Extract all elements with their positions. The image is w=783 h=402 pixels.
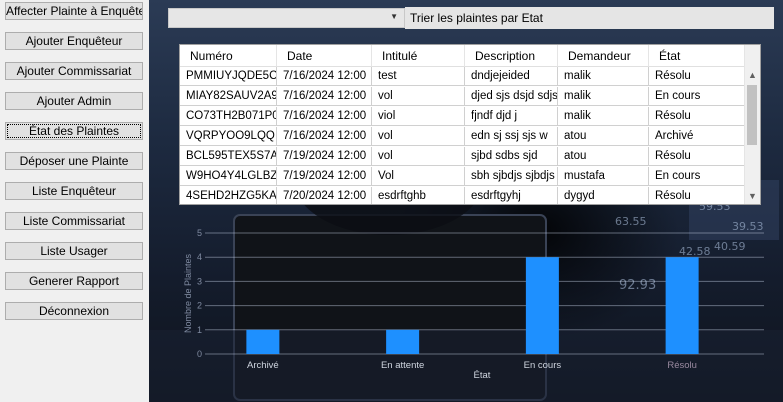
bar-3 xyxy=(665,257,699,354)
deconnexion-button[interactable]: Déconnexion xyxy=(5,302,143,320)
main-panel: 63.55 59.53 40.59 92.93 39.53 42.58 ▼ Tr… xyxy=(149,0,783,402)
ajouter-enqueteur-button[interactable]: Ajouter Enquêteur xyxy=(5,32,143,50)
table-cell-etat[interactable]: En cours xyxy=(649,167,745,186)
table-cell-etat[interactable]: Archivé xyxy=(649,127,745,146)
table-cell-date[interactable]: 7/19/2024 12:00 xyxy=(277,147,372,166)
generer-rapport-button[interactable]: Generer Rapport xyxy=(5,272,143,290)
column-header-demandeur[interactable]: Demandeur xyxy=(558,45,649,67)
table-cell-date[interactable]: 7/16/2024 12:00 xyxy=(277,87,372,106)
affecter-plainte-button[interactable]: Affecter Plainte à Enquête xyxy=(5,2,143,20)
table-cell-demandeur[interactable]: atou xyxy=(558,147,649,166)
table-cell-numero[interactable]: PMMIUYJQDE5C xyxy=(180,67,277,86)
scroll-thumb[interactable] xyxy=(747,85,757,145)
column-header-intitule[interactable]: Intitulé xyxy=(372,45,465,67)
table-cell-demandeur[interactable]: malik xyxy=(558,107,649,126)
table-cell-intitule[interactable]: vol xyxy=(372,87,465,106)
table-cell-date[interactable]: 7/16/2024 12:00 xyxy=(277,67,372,86)
table-cell-etat[interactable]: Résolu xyxy=(649,107,745,126)
vertical-scrollbar[interactable]: ▲ ▼ xyxy=(744,45,760,204)
x-category-label: En cours xyxy=(524,360,562,371)
table-cell-demandeur[interactable]: malik xyxy=(558,67,649,86)
table-cell-demandeur[interactable]: malik xyxy=(558,87,649,106)
table-cell-etat[interactable]: Résolu xyxy=(649,147,745,166)
bar-1 xyxy=(386,329,420,354)
etat-chart: 0 1 2 3 4 5 Archivé En attente En cours Résolu Éta… xyxy=(179,213,769,388)
plaintes-table[interactable]: Numéro Date Intitulé Description Demandeur Ét… xyxy=(179,44,761,205)
table-cell-intitule[interactable]: Vol xyxy=(372,167,465,186)
sidebar: Affecter Plainte à Enquête Ajouter Enquê… xyxy=(0,0,149,402)
table-cell-numero[interactable]: MIAY82SAUV2A9 xyxy=(180,87,277,106)
table-cell-description[interactable]: esdrftgyhj xyxy=(465,187,558,204)
table-cell-demandeur[interactable]: atou xyxy=(558,127,649,146)
y-tick-label: 1 xyxy=(197,325,202,335)
sort-label: Trier les plaintes par Etat xyxy=(405,7,774,29)
chevron-down-icon[interactable]: ▼ xyxy=(390,12,398,21)
liste-enqueteur-button[interactable]: Liste Enquêteur xyxy=(5,182,143,200)
y-tick-label: 2 xyxy=(197,301,202,311)
x-category-label: Résolu xyxy=(667,360,697,371)
table-cell-description[interactable]: edn sj ssj sjs w xyxy=(465,127,558,146)
ajouter-admin-button[interactable]: Ajouter Admin xyxy=(5,92,143,110)
chart-svg: 0 1 2 3 4 5 Archivé En attente En cours Résolu Éta… xyxy=(183,228,764,381)
deposer-plainte-button[interactable]: Déposer une Plainte xyxy=(5,152,143,170)
table-cell-intitule[interactable]: test xyxy=(372,67,465,86)
y-tick-label: 5 xyxy=(197,228,202,238)
table-cell-demandeur[interactable]: mustafa xyxy=(558,167,649,186)
y-axis-title: Nombre de Plaintes xyxy=(183,253,193,333)
table-cell-intitule[interactable]: esdrftghb xyxy=(372,187,465,204)
x-axis-title: État xyxy=(474,370,491,381)
bar-0 xyxy=(246,329,280,354)
column-header-date[interactable]: Date xyxy=(277,45,372,67)
table-cell-intitule[interactable]: vol xyxy=(372,147,465,166)
table-row[interactable]: CO73TH2B071P0 7/16/2024 12:00 viol fjndf dj… xyxy=(180,107,745,127)
x-category-label: En attente xyxy=(381,360,424,371)
y-tick-label: 3 xyxy=(197,276,202,286)
table-cell-numero[interactable]: VQRPYOO9LQQ xyxy=(180,127,277,146)
table-row[interactable]: VQRPYOO9LQQ 7/16/2024 12:00 vol edn sj ssj … xyxy=(180,127,745,147)
etat-des-plaintes-button[interactable]: État des Plaintes xyxy=(5,122,143,140)
table-cell-date[interactable]: 7/20/2024 12:00 xyxy=(277,187,372,204)
table-cell-description[interactable]: sbh sjbdjs sjbdjs xyxy=(465,167,558,186)
table-row[interactable]: BCL595TEX5S7A 7/19/2024 12:00 vol sjbd sdbs… xyxy=(180,147,745,167)
table-cell-intitule[interactable]: vol xyxy=(372,127,465,146)
table-cell-numero[interactable]: CO73TH2B071P0 xyxy=(180,107,277,126)
table-cell-description[interactable]: djed sjs dsjd sdjs xyxy=(465,87,558,106)
table-cell-numero[interactable]: W9HO4Y4LGLBZ xyxy=(180,167,277,186)
table-cell-description[interactable]: dndjejeided xyxy=(465,67,558,86)
ajouter-commissariat-button[interactable]: Ajouter Commissariat xyxy=(5,62,143,80)
table-row[interactable]: PMMIUYJQDE5C 7/16/2024 12:00 test dndjejeid… xyxy=(180,67,745,87)
liste-commissariat-button[interactable]: Liste Commissariat xyxy=(5,212,143,230)
table-cell-intitule[interactable]: viol xyxy=(372,107,465,126)
table-cell-description[interactable]: fjndf djd j xyxy=(465,107,558,126)
column-header-numero[interactable]: Numéro xyxy=(180,45,277,67)
table-cell-description[interactable]: sjbd sdbs sjd xyxy=(465,147,558,166)
table-cell-demandeur[interactable]: dygyd xyxy=(558,187,649,204)
column-header-etat[interactable]: État xyxy=(649,45,745,67)
table-cell-etat[interactable]: Résolu xyxy=(649,67,745,86)
table-row[interactable]: 4SEHD2HZG5KA 7/20/2024 12:00 esdrftghb esdr… xyxy=(180,187,745,204)
table-cell-numero[interactable]: 4SEHD2HZG5KA xyxy=(180,187,277,204)
y-tick-label: 0 xyxy=(197,349,202,359)
table-cell-numero[interactable]: BCL595TEX5S7A xyxy=(180,147,277,166)
table-cell-etat[interactable]: En cours xyxy=(649,87,745,106)
table-cell-date[interactable]: 7/16/2024 12:00 xyxy=(277,107,372,126)
table-row[interactable]: W9HO4Y4LGLBZ 7/19/2024 12:00 Vol sbh sjbdjs… xyxy=(180,167,745,187)
scroll-down-icon[interactable]: ▼ xyxy=(745,188,760,204)
y-tick-label: 4 xyxy=(197,252,202,262)
x-category-label: Archivé xyxy=(247,360,279,371)
bar-2 xyxy=(525,257,559,354)
etat-filter-combobox[interactable]: ▼ xyxy=(168,8,405,28)
table-row[interactable]: MIAY82SAUV2A9 7/16/2024 12:00 vol djed sjs … xyxy=(180,87,745,107)
table-cell-date[interactable]: 7/19/2024 12:00 xyxy=(277,167,372,186)
liste-usager-button[interactable]: Liste Usager xyxy=(5,242,143,260)
scroll-up-icon[interactable]: ▲ xyxy=(745,67,760,83)
table-cell-etat[interactable]: Résolu xyxy=(649,187,745,204)
table-cell-date[interactable]: 7/16/2024 12:00 xyxy=(277,127,372,146)
column-header-description[interactable]: Description xyxy=(465,45,558,67)
